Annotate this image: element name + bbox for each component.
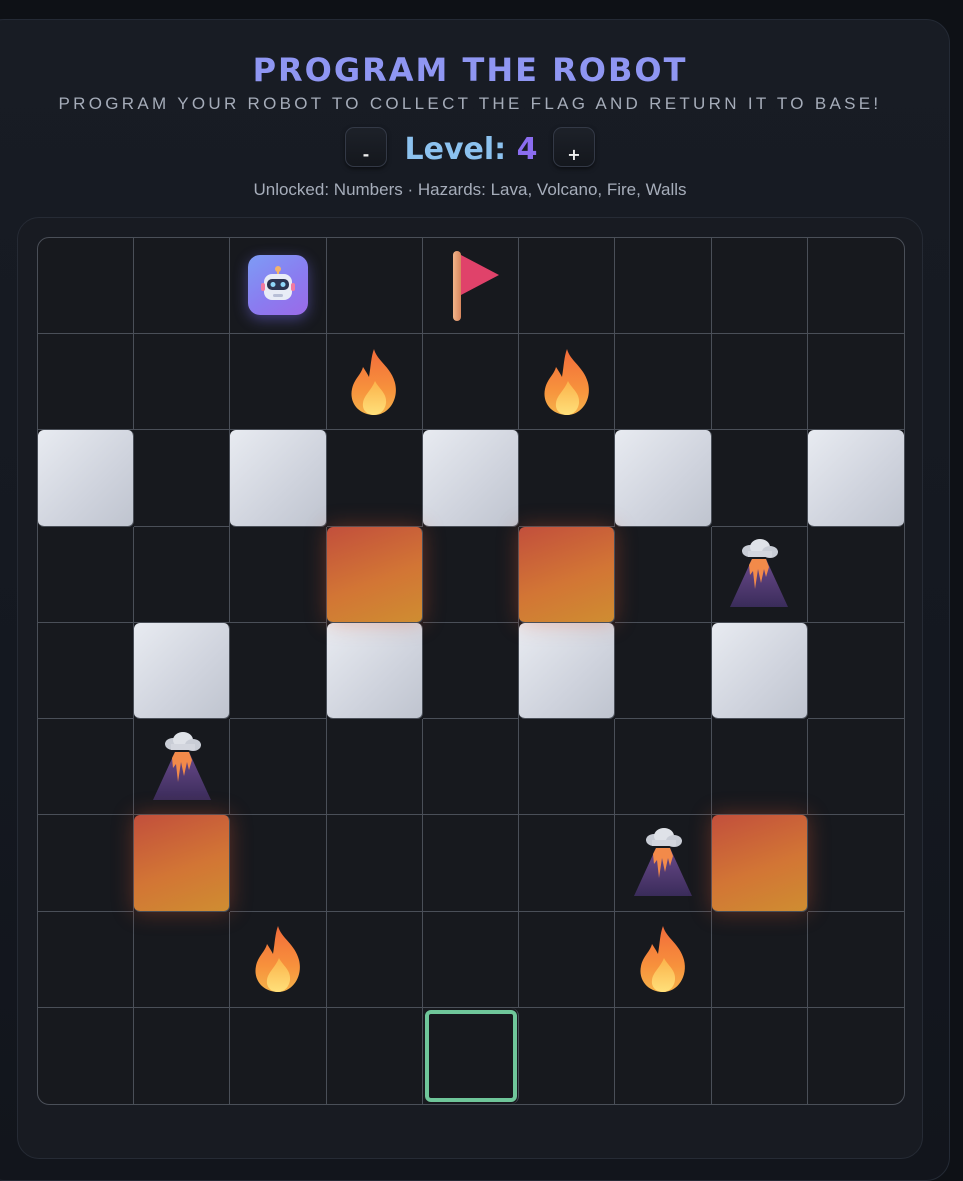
fire-icon <box>630 922 696 996</box>
board-cell <box>326 815 423 912</box>
board-cell <box>38 238 135 335</box>
board-cell <box>808 1008 904 1104</box>
board-cell <box>38 622 135 720</box>
board-cell <box>519 911 616 1008</box>
board-cell <box>807 238 904 335</box>
board-cell <box>326 430 423 527</box>
board-cell <box>615 1007 712 1104</box>
board-cell <box>807 912 904 1008</box>
board-cell <box>230 622 327 720</box>
board-cell <box>422 238 520 335</box>
board-cell <box>519 430 616 527</box>
board-cell <box>38 334 135 431</box>
page-subtitle: PROGRAM YOUR ROBOT TO COLLECT THE FLAG A… <box>58 94 882 113</box>
board-cell <box>615 238 712 335</box>
board-cell <box>38 815 135 912</box>
game-board <box>37 237 905 1105</box>
lava-cell <box>519 526 616 623</box>
fire-icon <box>534 345 600 419</box>
board-cell <box>807 623 904 720</box>
board-cell <box>326 334 423 431</box>
wall-cell <box>711 622 808 720</box>
board-cell <box>326 719 423 816</box>
wall-cell <box>615 430 712 527</box>
fire-icon <box>341 345 407 419</box>
lava-cell <box>326 526 423 623</box>
board-cell <box>134 526 231 623</box>
board-cell <box>422 526 520 623</box>
board-cell <box>38 1007 135 1104</box>
board-cell <box>519 1007 616 1104</box>
level-display: Level: 4 <box>395 130 547 170</box>
board-cell <box>326 238 423 335</box>
board-cell <box>422 334 520 431</box>
board-cell <box>615 911 712 1008</box>
board-cell <box>711 719 808 816</box>
board-cell <box>38 526 135 623</box>
board-cell <box>230 238 327 335</box>
board-cell <box>519 815 616 912</box>
board-cell <box>230 334 327 431</box>
level-label: Level: <box>404 132 507 167</box>
board-cell <box>615 622 712 720</box>
board-cell <box>230 815 327 912</box>
board-cell <box>712 1007 808 1104</box>
lava-cell <box>134 815 231 912</box>
board-cell <box>422 622 520 720</box>
board-cell <box>134 719 231 816</box>
fire-icon <box>245 922 311 996</box>
board-cell <box>230 526 327 623</box>
board-cell <box>422 911 520 1008</box>
wall-cell <box>807 430 904 527</box>
wall-cell <box>134 622 231 720</box>
board-cell <box>711 911 808 1008</box>
level-info: Unlocked: Numbers · Hazards: Lava, Volca… <box>253 180 687 199</box>
flag-icon <box>437 249 503 323</box>
board-cell <box>807 719 904 816</box>
board-cell <box>711 334 808 431</box>
board-cell <box>807 815 904 912</box>
board-cell <box>230 1007 327 1104</box>
lava-cell <box>711 815 808 912</box>
wall-cell <box>230 430 327 527</box>
board-cell <box>711 526 808 623</box>
wall-cell <box>519 622 616 720</box>
board-cell <box>519 334 616 431</box>
wall-cell <box>326 622 423 720</box>
level-value: 4 <box>516 132 538 167</box>
board-cell <box>134 1007 231 1104</box>
board-cell <box>38 719 135 816</box>
level-increase-button[interactable]: + <box>553 127 595 167</box>
board-cell <box>615 719 712 816</box>
volcano-icon <box>726 537 792 611</box>
board-cell <box>134 334 231 431</box>
board-cell <box>711 430 808 527</box>
wall-cell <box>422 430 520 527</box>
board-cell <box>422 719 520 816</box>
base-cell <box>423 1007 520 1104</box>
board-cell <box>807 334 904 431</box>
volcano-icon <box>630 826 696 900</box>
board-cell <box>326 911 423 1008</box>
board-cell <box>134 430 231 527</box>
board-cell <box>615 815 712 912</box>
board-cell <box>327 1007 423 1104</box>
board-cell <box>615 334 712 431</box>
board-cell <box>422 815 520 912</box>
board-cell <box>230 719 327 816</box>
board-cell <box>519 719 616 816</box>
wall-cell <box>38 430 135 527</box>
robot-icon <box>248 254 309 315</box>
page-title: PROGRAM THE ROBOT <box>252 51 688 89</box>
board-cell <box>38 911 135 1008</box>
level-decrease-button[interactable]: - <box>345 127 387 167</box>
board-cell <box>230 911 327 1008</box>
board-cell <box>711 238 808 335</box>
board-cell <box>807 527 904 623</box>
volcano-icon <box>149 730 215 804</box>
board-cell <box>134 911 231 1008</box>
board-cell <box>615 526 712 623</box>
board-cell <box>134 238 231 335</box>
board-cell <box>519 238 616 335</box>
